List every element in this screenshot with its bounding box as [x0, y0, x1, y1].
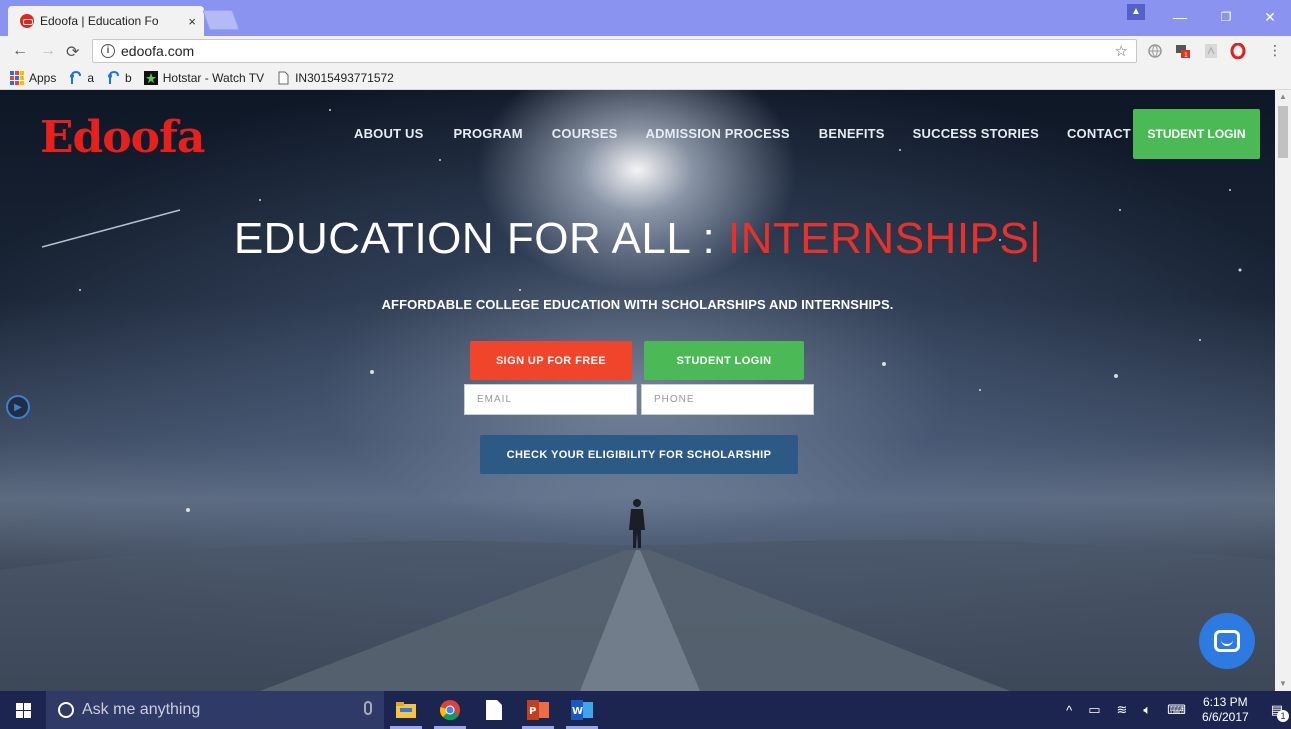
reload-icon[interactable]: ⟳	[66, 42, 79, 62]
search-placeholder: Ask me anything	[82, 701, 201, 718]
bookmark-star-icon[interactable]: ☆	[1115, 42, 1128, 60]
back-arrow-icon[interactable]: ←	[12, 42, 28, 60]
check-eligibility-button[interactable]: CHECK YOUR ELIGIBILITY FOR SCHOLARSHIP	[480, 435, 798, 474]
keyboard-icon[interactable]: ⌨	[1167, 702, 1186, 718]
url-text: edoofa.com	[121, 43, 195, 59]
nav-courses[interactable]: COURSES	[552, 126, 618, 141]
menu-dots-icon[interactable]: ⋮	[1268, 42, 1282, 59]
bookmark-label: b	[125, 70, 132, 85]
browser-toolbar: ← → ⟳ i edoofa.com ☆	[0, 36, 1291, 66]
hero-subheadline: AFFORDABLE COLLEGE EDUCATION WITH SCHOLA…	[381, 297, 894, 312]
headline-accent-text: INTERNSHIPS|	[727, 214, 1042, 263]
svg-text:W: W	[572, 706, 583, 717]
battery-icon[interactable]: ▭	[1088, 702, 1100, 718]
bookmark-hotstar[interactable]: Hotstar - Watch TV	[143, 70, 265, 85]
nav-program[interactable]: PROGRAM	[454, 126, 523, 141]
taskbar-powerpoint[interactable]: P	[516, 691, 560, 729]
svg-text:1: 1	[1184, 52, 1188, 59]
nav-success-stories[interactable]: SUCCESS STORIES	[913, 126, 1039, 141]
svg-text:P: P	[529, 706, 536, 717]
taskbar-word[interactable]: W	[560, 691, 604, 729]
extension-badge-icon[interactable]: 1	[1175, 43, 1191, 59]
system-tray: ^ ▭ ≋ 🔈︎ ⌨ 6:13 PM 6/6/2017 ▤ 1	[1058, 691, 1291, 729]
main-navigation: ABOUT US PROGRAM COURSES ADMISSION PROCE…	[354, 126, 1153, 141]
action-center-icon[interactable]: ▤ 1	[1271, 702, 1289, 722]
nav-about-us[interactable]: ABOUT US	[354, 126, 424, 141]
headline-main-text: EDUCATION FOR ALL :	[233, 214, 728, 263]
email-field[interactable]: EMAIL	[464, 384, 637, 415]
windows-taskbar: Ask me anything P W ^ ▭ ≋ 🔈︎ ⌨ 6:13 PM 6…	[0, 691, 1291, 729]
clock-time: 6:13 PM	[1202, 695, 1248, 709]
volume-icon[interactable]: 🔈︎	[1143, 702, 1151, 718]
powerpoint-icon: P	[527, 700, 549, 720]
bookmark-a-icon	[70, 70, 82, 84]
start-button[interactable]	[0, 691, 46, 729]
bookmark-label: a	[87, 70, 95, 85]
hero-background-image	[0, 109, 1275, 691]
apps-grid-icon	[10, 70, 24, 85]
notification-count-badge: 1	[1277, 710, 1289, 722]
bookmarks-bar: Apps a b Hotstar - Watch TV IN3015493771…	[0, 66, 1291, 90]
page-hero: Edoofa ABOUT US PROGRAM COURSES ADMISSIO…	[0, 90, 1275, 691]
hero-headline: EDUCATION FOR ALL : INTERNSHIPS|	[0, 214, 1275, 264]
browser-tab[interactable]: Edoofa | Education Fo ×	[8, 6, 204, 36]
site-info-icon[interactable]: i	[101, 44, 115, 58]
bookmark-label: Hotstar - Watch TV	[162, 70, 265, 85]
microphone-icon[interactable]	[364, 701, 372, 715]
close-window-button[interactable]: ✕	[1250, 4, 1290, 30]
opera-icon[interactable]	[1230, 43, 1246, 59]
bookmark-label: IN3015493771572	[295, 70, 394, 85]
edoofa-logo[interactable]: Edoofa	[40, 112, 205, 163]
page-icon	[278, 71, 289, 84]
globe-extension-icon[interactable]	[1147, 43, 1163, 59]
tab-title: Edoofa | Education Fo	[40, 14, 159, 28]
cortana-search-box[interactable]: Ask me anything	[46, 691, 384, 729]
sign-up-button[interactable]: SIGN UP FOR FREE	[470, 341, 632, 380]
walking-figure	[629, 499, 645, 548]
bookmark-label: Apps	[29, 70, 57, 85]
taskbar-notepad[interactable]	[472, 691, 516, 729]
chat-bubble-icon	[1214, 630, 1240, 652]
student-login-button[interactable]: STUDENT LOGIN	[644, 341, 804, 380]
student-login-top-button[interactable]: STUDENT LOGIN	[1133, 109, 1260, 159]
clock-date: 6/6/2017	[1201, 710, 1249, 724]
nav-benefits[interactable]: BENEFITS	[819, 126, 885, 141]
bookmark-b-icon	[108, 70, 120, 84]
tab-close-icon[interactable]: ×	[188, 14, 196, 29]
taskbar-chrome[interactable]	[428, 691, 472, 729]
browser-title-bar: Edoofa | Education Fo × ▲ — ❐ ✕	[0, 0, 1291, 36]
bookmark-a[interactable]: a	[68, 70, 95, 85]
chrome-icon	[440, 700, 460, 721]
forward-arrow-icon[interactable]: →	[40, 42, 56, 60]
nav-admission-process[interactable]: ADMISSION PROCESS	[646, 126, 790, 141]
word-icon: W	[571, 700, 593, 720]
hotstar-icon	[143, 70, 158, 85]
scroll-up-icon[interactable]: ▲	[1275, 90, 1291, 104]
wifi-icon[interactable]: ≋	[1117, 702, 1128, 718]
taskbar-clock[interactable]: 6:13 PM 6/6/2017	[1202, 695, 1249, 725]
scroll-down-icon[interactable]: ▼	[1275, 677, 1291, 691]
phone-field[interactable]: PHONE	[641, 384, 814, 415]
minimize-button[interactable]: —	[1160, 4, 1200, 30]
edoofa-favicon-icon	[20, 14, 34, 28]
new-tab-button[interactable]	[202, 10, 240, 30]
windows-logo-icon	[15, 702, 31, 718]
bookmark-b[interactable]: b	[106, 70, 132, 85]
restore-button[interactable]: ❐	[1206, 4, 1246, 30]
profile-icon[interactable]: ▲	[1127, 4, 1145, 20]
pdf-extension-icon[interactable]	[1203, 43, 1219, 59]
scroll-thumb[interactable]	[1278, 106, 1288, 158]
bookmark-apps[interactable]: Apps	[10, 70, 57, 85]
page-scrollbar[interactable]: ▲ ▼	[1275, 90, 1291, 691]
side-play-icon[interactable]: ▶	[6, 395, 30, 419]
address-bar[interactable]: i edoofa.com ☆	[92, 39, 1137, 63]
bookmark-in301[interactable]: IN3015493771572	[276, 71, 394, 85]
cortana-icon	[58, 702, 74, 718]
notepad-icon	[486, 700, 502, 720]
tray-chevron-up-icon[interactable]: ^	[1066, 703, 1072, 718]
chat-launcher-button[interactable]	[1199, 613, 1255, 669]
taskbar-file-explorer[interactable]	[384, 691, 428, 729]
file-explorer-icon	[396, 702, 416, 718]
